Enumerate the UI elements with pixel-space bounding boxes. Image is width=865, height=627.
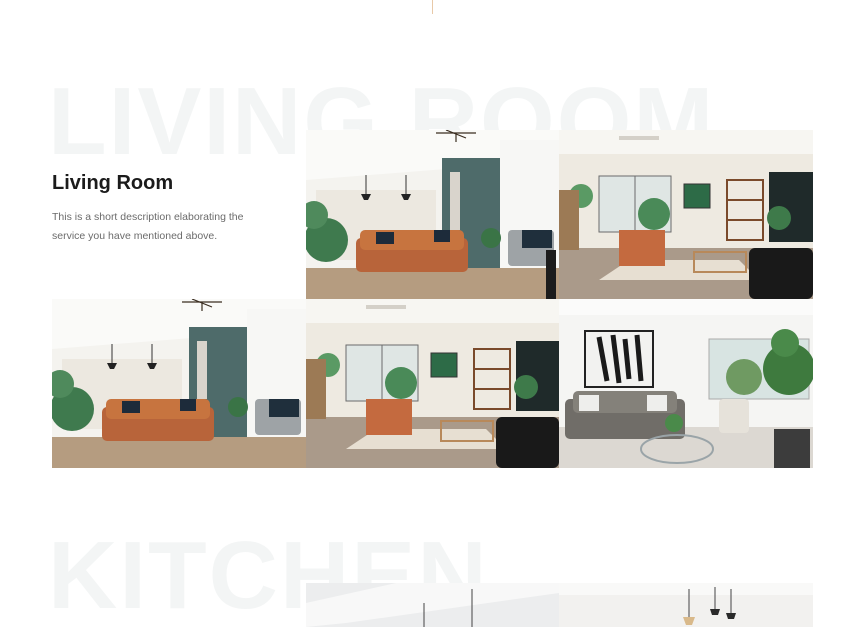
kitchen-image-2 xyxy=(559,583,813,627)
bright-living-room-image xyxy=(559,130,813,299)
kitchen-image xyxy=(306,583,559,627)
gallery-photo-bright-living-room-2[interactable] xyxy=(306,299,559,468)
section-description: This is a short description elaborating … xyxy=(52,211,244,242)
gallery-photo-gray-sofa-living-room[interactable] xyxy=(559,299,813,468)
section-heading: Living Room xyxy=(52,172,174,194)
teal-living-room-image xyxy=(306,130,559,299)
gallery-photo-kitchen-2[interactable] xyxy=(559,583,813,627)
gallery-photo-kitchen[interactable] xyxy=(306,583,559,627)
gallery-photo-bright-living-room[interactable] xyxy=(559,130,813,299)
gallery-photo-teal-living-room-2[interactable] xyxy=(52,299,306,468)
page: LIVING ROOM Living Room This is a short … xyxy=(0,0,865,627)
teal-living-room-image-2 xyxy=(52,299,306,468)
bright-living-room-image-2 xyxy=(306,299,559,468)
top-divider-line xyxy=(432,0,433,14)
gray-sofa-living-room-image xyxy=(559,299,813,468)
gallery-photo-teal-living-room[interactable] xyxy=(306,130,559,299)
